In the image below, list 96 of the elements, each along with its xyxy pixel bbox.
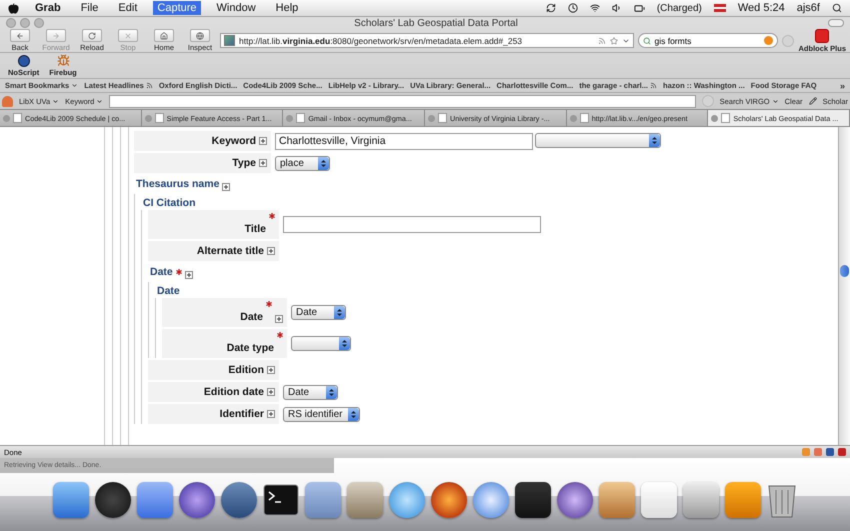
section-heading: Date bbox=[157, 285, 180, 297]
select-dropdown[interactable]: Date bbox=[291, 305, 346, 320]
favicon-icon bbox=[224, 35, 235, 46]
menu-item[interactable]: File bbox=[76, 1, 102, 15]
flag-icon[interactable] bbox=[714, 4, 726, 12]
search-icon bbox=[643, 36, 652, 44]
expand-icon[interactable] bbox=[222, 183, 230, 191]
url-text: http://lat.lib.virginia.edu:8080/geonetwork/srv/en/metadata.elem.add#_253 bbox=[239, 36, 522, 46]
toolbar-toggle-button[interactable] bbox=[828, 19, 844, 27]
text-field[interactable]: Charlottesville, Virginia bbox=[275, 132, 533, 150]
user-name[interactable]: ajs6f bbox=[796, 2, 820, 14]
field-label: Date type bbox=[226, 342, 274, 354]
page-icon bbox=[438, 113, 448, 123]
menu-item[interactable]: Help bbox=[272, 1, 302, 15]
menu-item[interactable]: Grab bbox=[31, 1, 65, 15]
expand-icon[interactable] bbox=[184, 271, 193, 279]
clock-icon[interactable] bbox=[568, 3, 578, 13]
menu-clock[interactable]: Wed 5:24 bbox=[738, 2, 785, 14]
select-dropdown[interactable]: RS identifier bbox=[283, 406, 360, 422]
feed-icon bbox=[146, 82, 153, 89]
menu-item[interactable]: Edit bbox=[114, 1, 142, 15]
battery-icon[interactable] bbox=[634, 2, 645, 14]
select-dropdown[interactable] bbox=[535, 132, 661, 148]
caret-icon bbox=[772, 98, 779, 104]
feed-icon bbox=[650, 82, 657, 89]
go-icon[interactable] bbox=[764, 36, 774, 45]
select-arrow-icon bbox=[334, 306, 345, 319]
expand-icon[interactable] bbox=[259, 159, 267, 167]
expand-icon[interactable] bbox=[267, 247, 275, 255]
page-icon bbox=[13, 113, 22, 123]
page-icon bbox=[580, 113, 589, 123]
section-heading: Date bbox=[150, 266, 173, 278]
field-label: Identifier bbox=[220, 408, 264, 420]
page-icon bbox=[721, 113, 730, 123]
expand-icon[interactable] bbox=[267, 410, 275, 418]
expand-icon[interactable] bbox=[275, 315, 283, 323]
toolbar-icon bbox=[82, 29, 102, 42]
expand-icon[interactable] bbox=[267, 388, 275, 396]
feed-icon[interactable] bbox=[598, 36, 606, 44]
page-icon bbox=[154, 113, 164, 123]
volume-icon[interactable] bbox=[612, 3, 622, 13]
field-label: Edition date bbox=[204, 386, 264, 398]
caret-icon bbox=[71, 82, 78, 89]
menu-item[interactable]: Window bbox=[212, 1, 260, 15]
toolbar-icon bbox=[10, 29, 30, 42]
round-app-icon[interactable] bbox=[95, 482, 131, 518]
search-field[interactable]: gis formts bbox=[638, 33, 778, 48]
apple-icon[interactable] bbox=[8, 2, 19, 14]
sync-icon[interactable] bbox=[546, 3, 556, 13]
url-field[interactable]: http://lat.lib.virginia.edu:8080/geonetwork/srv/en/metadata.elem.add#_253 bbox=[220, 33, 634, 48]
window-title: Scholars' Lab Geospatial Data Portal bbox=[353, 18, 519, 28]
select-dropdown[interactable]: Date bbox=[283, 384, 338, 400]
expand-icon[interactable] bbox=[259, 137, 267, 145]
stop-sign-icon bbox=[815, 28, 830, 42]
round-app-icon[interactable] bbox=[221, 482, 257, 518]
wifi-icon[interactable] bbox=[590, 3, 600, 13]
battery-status: (Charged) bbox=[656, 2, 702, 14]
menu-item[interactable]: Capture bbox=[153, 1, 201, 15]
search-icon[interactable] bbox=[832, 3, 842, 13]
section-heading: Thesaurus name bbox=[136, 178, 220, 190]
field-label: Title bbox=[244, 223, 266, 235]
expand-icon[interactable] bbox=[267, 366, 275, 374]
square-app-icon[interactable] bbox=[515, 482, 551, 518]
toolbar-icon bbox=[46, 29, 66, 42]
select-arrow-icon bbox=[326, 386, 337, 398]
circle-icon bbox=[782, 34, 794, 46]
overflow-chevron[interactable]: » bbox=[840, 80, 845, 90]
field-label: Edition bbox=[228, 364, 264, 376]
section-heading: CI Citation bbox=[143, 197, 196, 209]
terminal-icon[interactable] bbox=[263, 482, 299, 518]
select-dropdown[interactable]: place bbox=[275, 156, 330, 170]
select-arrow-icon bbox=[318, 156, 329, 170]
logo-icon bbox=[2, 96, 13, 106]
close-icon[interactable] bbox=[711, 114, 718, 122]
select-arrow-icon bbox=[649, 134, 660, 146]
text-field[interactable] bbox=[283, 216, 541, 233]
toolbar-icon bbox=[190, 29, 210, 42]
select-arrow-icon bbox=[348, 408, 360, 420]
toolbar-icon bbox=[118, 29, 138, 42]
select-dropdown[interactable] bbox=[291, 336, 351, 351]
toolbar-icon bbox=[154, 29, 174, 42]
field-label: Keyword bbox=[212, 135, 256, 147]
field-label: Alternate title bbox=[196, 245, 264, 257]
select-arrow-icon bbox=[339, 337, 350, 350]
pencil-icon[interactable] bbox=[808, 97, 817, 105]
star-icon[interactable] bbox=[610, 36, 618, 44]
page-icon bbox=[296, 113, 306, 123]
field-label: Date bbox=[240, 311, 263, 323]
caret-icon bbox=[52, 98, 60, 104]
scrollbar-thumb[interactable] bbox=[840, 265, 849, 277]
caret-icon bbox=[96, 98, 104, 104]
bug-icon bbox=[56, 54, 70, 67]
search-text: gis formts bbox=[654, 36, 692, 46]
circle-icon bbox=[18, 54, 30, 66]
search-field[interactable] bbox=[109, 94, 696, 108]
field-label: Type bbox=[232, 157, 256, 169]
